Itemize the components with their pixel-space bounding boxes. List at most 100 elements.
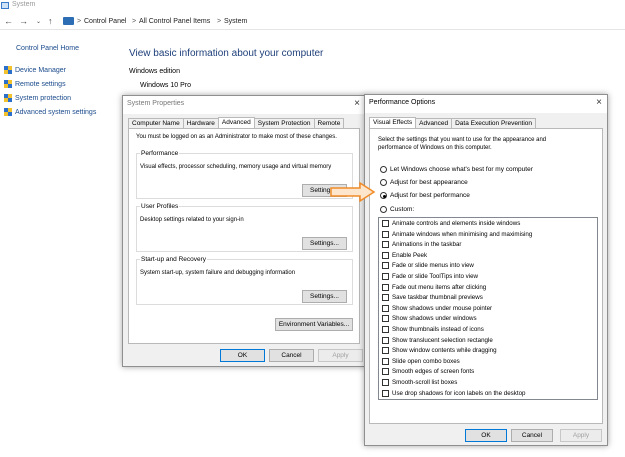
- radio-button[interactable]: [380, 179, 387, 186]
- dialog-titlebar: Performance Options ×: [365, 95, 607, 113]
- checkbox-label: Enable Peek: [392, 251, 428, 259]
- tab-system-protection[interactable]: System Protection: [253, 118, 315, 128]
- cancel-button[interactable]: Cancel: [269, 349, 314, 362]
- checkbox[interactable]: [382, 368, 389, 376]
- checkbox-label: Show window contents while dragging: [392, 347, 497, 355]
- breadcrumb-all-items[interactable]: All Control Panel Items: [139, 18, 210, 25]
- user-profiles-group: User Profiles Desktop settings related t…: [136, 203, 353, 252]
- radio-let-windows-choose[interactable]: Let Windows choose what's best for my co…: [380, 166, 533, 173]
- radio-best-appearance[interactable]: Adjust for best appearance: [380, 179, 468, 186]
- ok-button[interactable]: OK: [465, 429, 507, 442]
- shield-icon: [4, 94, 12, 102]
- list-item[interactable]: Use drop shadows for icon labels on the …: [382, 389, 525, 397]
- close-icon[interactable]: ×: [354, 98, 360, 109]
- radio-button[interactable]: [380, 166, 387, 173]
- visual-effects-list[interactable]: Animate controls and elements inside win…: [378, 217, 598, 400]
- list-item[interactable]: Show shadows under windows: [382, 315, 477, 323]
- list-item[interactable]: Smooth edges of screen fonts: [382, 368, 475, 376]
- checkbox[interactable]: [382, 294, 389, 302]
- control-panel-home-link[interactable]: Control Panel Home: [16, 45, 79, 52]
- sidebar-item-system-protection[interactable]: System protection: [4, 94, 71, 102]
- checkbox[interactable]: [382, 336, 389, 344]
- checkbox-label: Animations in the taskbar: [392, 241, 462, 249]
- checkbox-label: Fade out menu items after clicking: [392, 283, 487, 291]
- sidebar-item-remote-settings[interactable]: Remote settings: [4, 80, 66, 88]
- chevron-right-icon: >: [132, 18, 137, 25]
- control-panel-icon: [63, 17, 74, 25]
- list-item[interactable]: Fade out menu items after clicking: [382, 283, 487, 291]
- close-icon[interactable]: ×: [596, 97, 602, 108]
- checkbox[interactable]: [382, 262, 389, 270]
- group-description: Desktop settings related to your sign-in: [140, 217, 244, 223]
- group-label: Start-up and Recovery: [140, 256, 208, 263]
- checkbox[interactable]: [382, 230, 389, 238]
- tab-data-execution-prevention[interactable]: Data Execution Prevention: [451, 118, 537, 128]
- up-arrow-icon[interactable]: ↑: [48, 16, 53, 26]
- ok-button[interactable]: OK: [220, 349, 265, 362]
- sidebar-item-label: Remote settings: [15, 80, 66, 88]
- sidebar-item-advanced-settings[interactable]: Advanced system settings: [4, 108, 96, 116]
- list-item[interactable]: Fade or slide ToolTips into view: [382, 273, 478, 280]
- description-line: Select the settings that you want to use…: [378, 137, 547, 143]
- system-icon: [1, 2, 9, 9]
- back-arrow-icon[interactable]: ←: [4, 16, 13, 26]
- list-item[interactable]: Animate windows when minimising and maxi…: [382, 230, 532, 238]
- cancel-button[interactable]: Cancel: [511, 429, 553, 442]
- tab-advanced[interactable]: Advanced: [415, 118, 453, 128]
- list-item[interactable]: Slide open combo boxes: [382, 357, 460, 365]
- shield-icon: [4, 66, 12, 74]
- list-item[interactable]: Save taskbar thumbnail previews: [382, 294, 483, 302]
- checkbox[interactable]: [382, 357, 389, 365]
- sidebar-item-device-manager[interactable]: Device Manager: [4, 66, 66, 74]
- list-item[interactable]: Show translucent selection rectangle: [382, 336, 493, 344]
- breadcrumb-control-panel[interactable]: Control Panel: [84, 18, 126, 25]
- user-profiles-settings-button[interactable]: Settings...: [302, 237, 347, 250]
- dialog-titlebar: System Properties ×: [123, 96, 365, 114]
- checkbox[interactable]: [382, 326, 389, 333]
- radio-label: Let Windows choose what's best for my co…: [390, 166, 533, 173]
- environment-variables-button[interactable]: Environment Variables...: [275, 318, 353, 331]
- list-item[interactable]: Animate controls and elements inside win…: [382, 220, 520, 227]
- checkbox-label: Smooth edges of screen fonts: [392, 368, 475, 376]
- tab-remote[interactable]: Remote: [313, 118, 345, 128]
- checkbox[interactable]: [382, 347, 389, 355]
- checkbox[interactable]: [382, 283, 389, 291]
- checkbox[interactable]: [382, 241, 389, 249]
- radio-button-selected[interactable]: [380, 192, 387, 199]
- forward-arrow-icon[interactable]: →: [19, 16, 28, 26]
- list-item[interactable]: Show shadows under mouse pointer: [382, 304, 492, 312]
- tab-hardware[interactable]: Hardware: [182, 118, 219, 128]
- radio-best-performance[interactable]: Adjust for best performance: [380, 192, 470, 199]
- radio-custom[interactable]: Custom:: [380, 206, 414, 213]
- group-label: Performance: [140, 150, 180, 157]
- chevron-down-icon[interactable]: ⌄: [36, 18, 41, 25]
- group-description: Visual effects, processor scheduling, me…: [140, 164, 332, 170]
- tab-advanced[interactable]: Advanced: [217, 117, 255, 128]
- checkbox[interactable]: [382, 315, 389, 323]
- checkbox[interactable]: [382, 379, 389, 386]
- startup-recovery-settings-button[interactable]: Settings...: [302, 290, 347, 303]
- apply-button[interactable]: Apply: [560, 429, 602, 442]
- checkbox[interactable]: [382, 251, 389, 259]
- breadcrumb-system[interactable]: System: [224, 18, 247, 25]
- list-item[interactable]: Animations in the taskbar: [382, 241, 462, 249]
- list-item[interactable]: Show thumbnails instead of icons: [382, 326, 484, 333]
- checkbox[interactable]: [382, 389, 389, 397]
- shield-icon: [4, 80, 12, 88]
- list-item[interactable]: Enable Peek: [382, 251, 428, 259]
- checkbox-label: Smooth-scroll list boxes: [392, 379, 458, 386]
- list-item[interactable]: Fade or slide menus into view: [382, 262, 474, 270]
- list-item[interactable]: Show window contents while dragging: [382, 347, 497, 355]
- tab-computer-name[interactable]: Computer Name: [128, 118, 184, 128]
- radio-button[interactable]: [380, 206, 387, 213]
- page-title: View basic information about your comput…: [129, 48, 324, 59]
- checkbox[interactable]: [382, 220, 389, 227]
- tab-visual-effects[interactable]: Visual Effects: [369, 117, 417, 128]
- shield-icon: [4, 108, 12, 116]
- checkbox[interactable]: [382, 273, 389, 280]
- performance-options-dialog: Performance Options × Visual Effects Adv…: [364, 94, 608, 446]
- list-item[interactable]: Smooth-scroll list boxes: [382, 379, 457, 386]
- sidebar-item-label: Device Manager: [15, 66, 66, 74]
- checkbox[interactable]: [382, 304, 389, 312]
- apply-button[interactable]: Apply: [318, 349, 363, 362]
